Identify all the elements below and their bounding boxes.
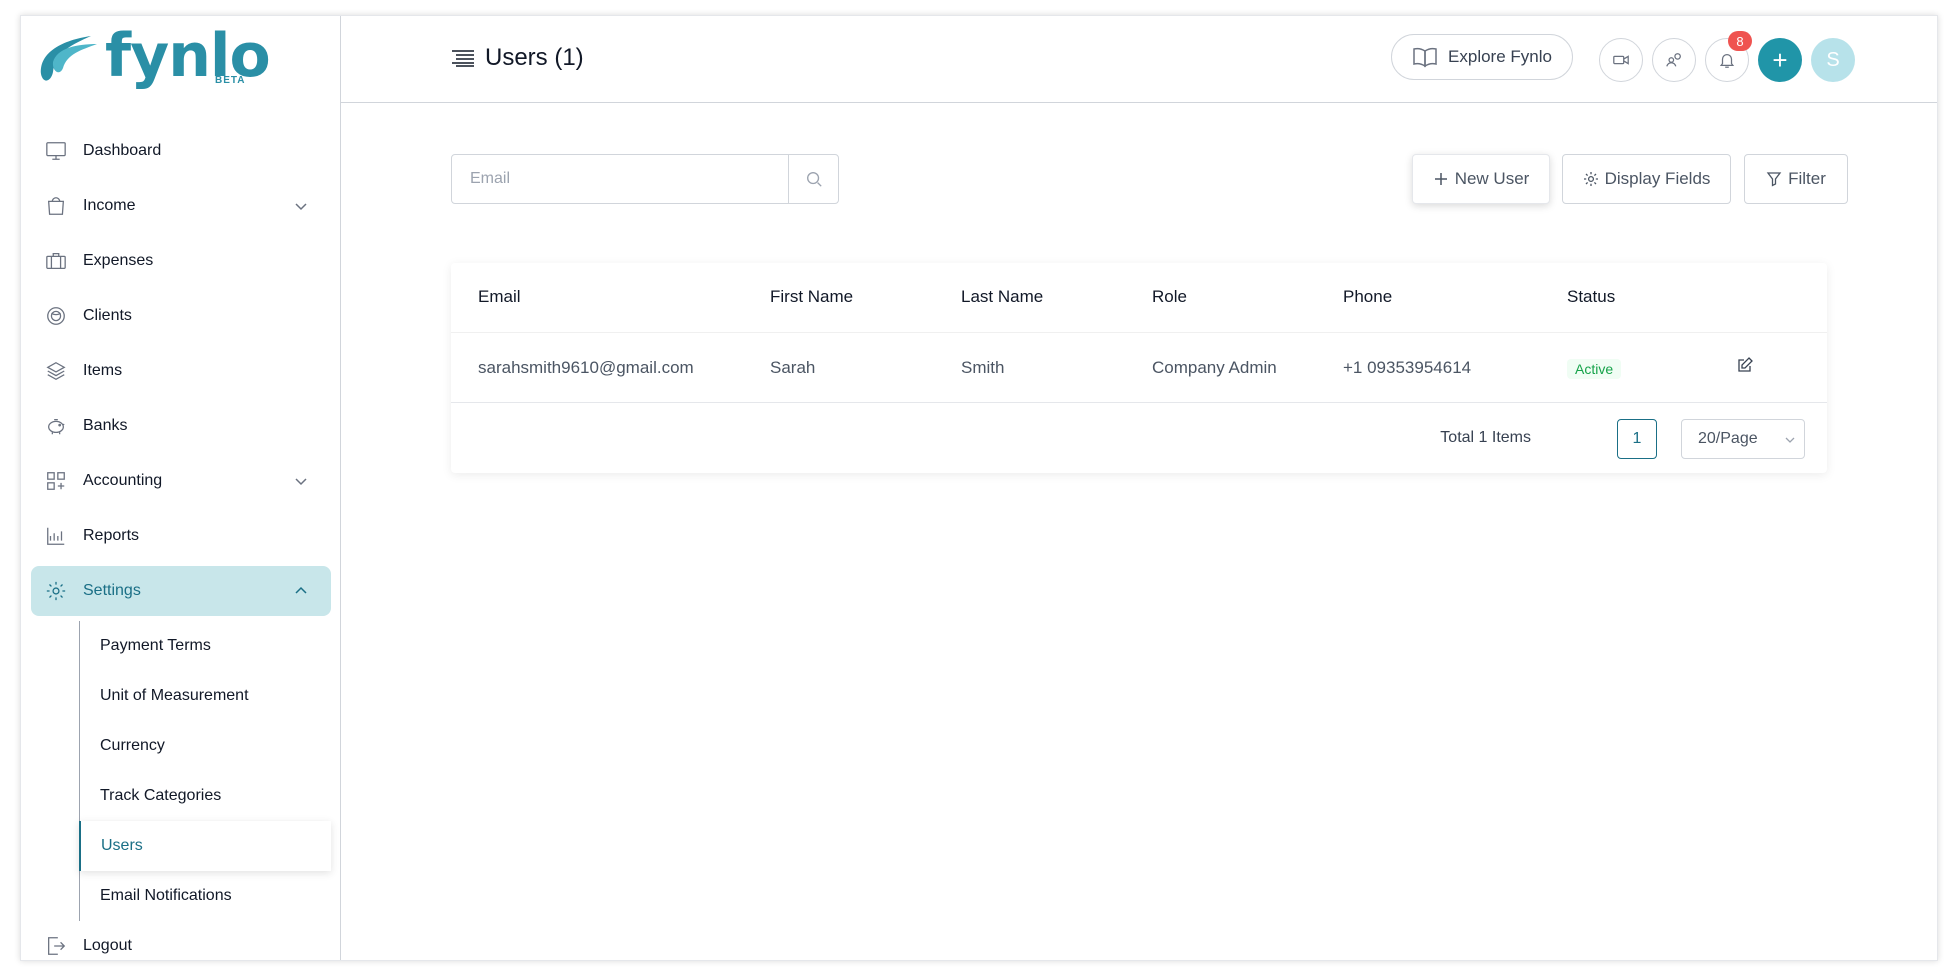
sidebar-item-label: Dashboard <box>83 142 162 159</box>
main-content: New User Display Fields Filter Email Fir… <box>341 103 1937 960</box>
sidebar-item-label: Reports <box>83 527 140 544</box>
sidebar-item-expenses[interactable]: Expenses <box>31 236 331 286</box>
users-table: Email First Name Last Name Role Phone St… <box>451 263 1827 473</box>
video-button[interactable] <box>1599 38 1643 82</box>
page-number-button[interactable]: 1 <box>1617 419 1657 459</box>
edit-icon[interactable] <box>1736 356 1754 374</box>
table-header: Email First Name Last Name Role Phone St… <box>451 263 1827 333</box>
avatar-initial: S <box>1826 48 1840 71</box>
layers-icon <box>45 360 67 382</box>
sidebar-item-reports[interactable]: Reports <box>31 511 331 561</box>
column-header-role: Role <box>1152 287 1187 306</box>
filter-icon <box>1766 172 1782 187</box>
filter-button[interactable]: Filter <box>1744 154 1848 204</box>
status-badge: Active <box>1567 359 1622 379</box>
submenu-item-payment-terms[interactable]: Payment Terms <box>80 621 331 671</box>
chart-icon <box>45 525 67 547</box>
sidebar-item-label: Clients <box>83 307 132 324</box>
sidebar-item-label: Items <box>83 362 123 379</box>
video-camera-icon <box>1613 55 1629 65</box>
search-icon <box>806 172 822 187</box>
new-user-button[interactable]: New User <box>1412 154 1550 204</box>
sidebar-item-dashboard[interactable]: Dashboard <box>31 126 331 176</box>
sidebar-item-clients[interactable]: Clients <box>31 291 331 341</box>
monitor-icon <box>45 140 67 162</box>
user-avatar[interactable]: S <box>1811 38 1855 82</box>
email-search <box>451 154 839 204</box>
grid-plus-icon <box>45 470 67 492</box>
beta-label: BETA <box>215 75 246 86</box>
settings-submenu: Payment Terms Unit of Measurement Curren… <box>79 621 331 921</box>
wave-logo-icon <box>40 36 97 81</box>
gear-icon <box>45 580 67 602</box>
cell-last-name: Smith <box>961 358 1005 377</box>
chevron-up-icon <box>295 586 307 594</box>
explore-label: Explore Fynlo <box>1448 47 1552 66</box>
chevron-down-icon <box>295 478 307 486</box>
page-title: Users (1) <box>451 44 584 72</box>
new-user-label: New User <box>1454 169 1530 188</box>
display-fields-label: Display Fields <box>1604 169 1711 188</box>
top-header: Users (1) Explore Fynlo 8 + S <box>341 16 1937 103</box>
page-title-text: Users (1) <box>485 44 584 71</box>
cell-first-name: Sarah <box>770 358 816 377</box>
total-items: Total 1 Items <box>1440 429 1531 446</box>
email-search-input[interactable] <box>452 155 788 203</box>
sidebar-item-banks[interactable]: Banks <box>31 401 331 451</box>
chevron-down-icon <box>1785 437 1795 443</box>
sidebar-item-items[interactable]: Items <box>31 346 331 396</box>
notifications-button[interactable]: 8 <box>1705 31 1752 82</box>
briefcase-icon <box>45 250 67 272</box>
submenu-item-unit-of-measurement[interactable]: Unit of Measurement <box>80 671 331 721</box>
sidebar-item-logout[interactable]: Logout <box>31 921 331 960</box>
sidebar-item-settings[interactable]: Settings <box>31 566 331 616</box>
table-row[interactable]: sarahsmith9610@gmail.com Sarah Smith Com… <box>451 333 1827 403</box>
sidebar-item-label: Banks <box>83 417 128 434</box>
sidebar-item-label: Settings <box>83 582 141 599</box>
cell-email: sarahsmith9610@gmail.com <box>478 358 694 377</box>
column-header-email: Email <box>478 287 521 306</box>
chevron-down-icon <box>295 203 307 211</box>
gear-icon <box>1583 172 1598 186</box>
search-button[interactable] <box>788 155 838 203</box>
page-size-value: 20/Page <box>1698 430 1758 447</box>
submenu-item-email-notifications[interactable]: Email Notifications <box>80 871 331 921</box>
logout-icon <box>45 935 67 957</box>
cell-phone: +1 09353954614 <box>1343 358 1472 377</box>
shopping-bag-icon <box>45 195 67 217</box>
sidebar-item-label: Expenses <box>83 252 154 269</box>
cell-role: Company Admin <box>1152 358 1277 377</box>
quick-add-button[interactable]: + <box>1758 38 1802 82</box>
chat-users-icon <box>1666 53 1681 67</box>
notification-count-badge: 8 <box>1728 31 1752 51</box>
main-nav: Dashboard Income Expenses Clients Items … <box>31 126 331 960</box>
sidebar-item-label: Logout <box>83 937 132 954</box>
sidebar: fynlo BETA Dashboard Income Expenses Cli… <box>21 16 341 960</box>
plus-icon <box>1434 173 1447 185</box>
submenu-item-track-categories[interactable]: Track Categories <box>80 771 331 821</box>
book-open-icon <box>1413 47 1437 68</box>
plus-icon: + <box>1772 44 1788 75</box>
page-size-select[interactable]: 20/Page <box>1681 419 1805 459</box>
column-header-phone: Phone <box>1343 287 1393 306</box>
column-header-first-name: First Name <box>770 287 854 306</box>
column-header-status: Status <box>1567 287 1616 306</box>
globe-icon <box>45 305 67 327</box>
submenu-item-currency[interactable]: Currency <box>80 721 331 771</box>
sidebar-item-label: Income <box>83 197 136 214</box>
sidebar-item-income[interactable]: Income <box>31 181 331 231</box>
bell-icon <box>1719 53 1735 68</box>
support-button[interactable] <box>1652 38 1696 82</box>
piggy-bank-icon <box>45 415 67 437</box>
explore-fynlo-button[interactable]: Explore Fynlo <box>1391 34 1573 80</box>
submenu-item-users[interactable]: Users <box>79 821 331 871</box>
filter-label: Filter <box>1788 169 1826 188</box>
menu-toggle-icon[interactable] <box>451 49 475 67</box>
sidebar-item-label: Accounting <box>83 472 163 489</box>
sidebar-item-accounting[interactable]: Accounting <box>31 456 331 506</box>
app-window: fynlo BETA Dashboard Income Expenses Cli… <box>20 15 1938 961</box>
column-header-last-name: Last Name <box>961 287 1044 306</box>
pagination: Total 1 Items 1 20/Page <box>451 403 1827 473</box>
display-fields-button[interactable]: Display Fields <box>1562 154 1731 204</box>
